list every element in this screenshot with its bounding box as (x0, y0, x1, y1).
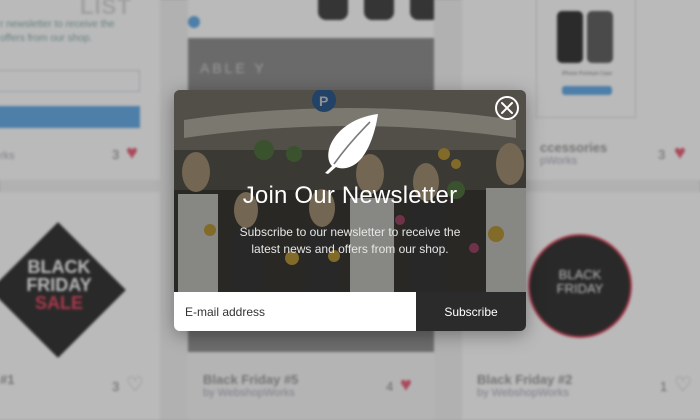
close-icon[interactable] (501, 102, 513, 114)
feather-icon (325, 114, 378, 174)
modal-title: Join Our Newsletter (242, 182, 458, 209)
subscribe-button[interactable]: Subscribe (416, 292, 526, 331)
newsletter-modal: P Join Our Newsletter Subscribe to our n… (174, 90, 526, 331)
subscribe-form: Subscribe (174, 292, 526, 331)
close-button[interactable] (495, 96, 519, 120)
email-input[interactable] (174, 292, 416, 331)
modal-subtitle: Subscribe to our newsletter to receive t… (239, 225, 461, 256)
